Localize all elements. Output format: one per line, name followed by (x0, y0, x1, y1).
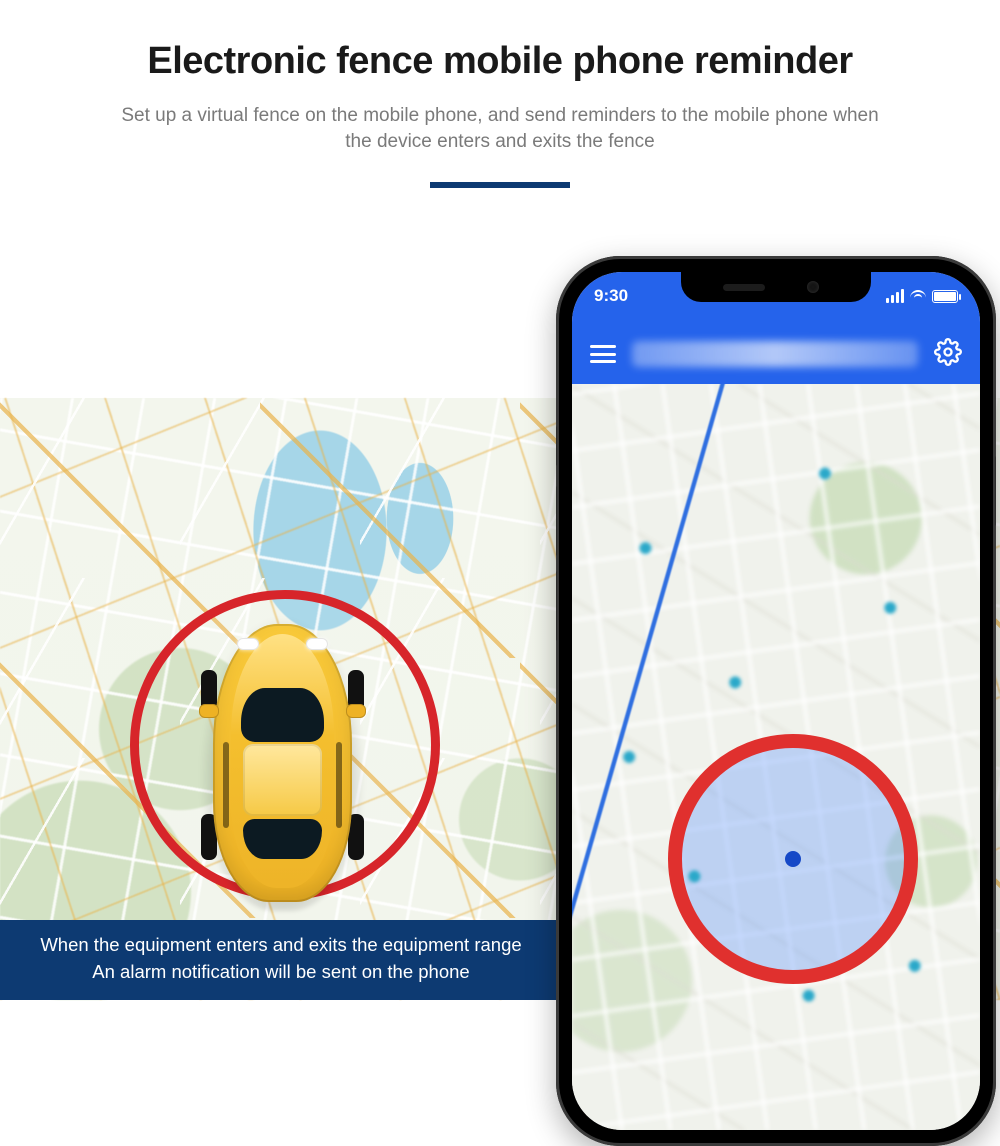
gear-icon (934, 338, 962, 366)
menu-icon[interactable] (590, 345, 616, 363)
settings-button[interactable] (934, 338, 962, 371)
phone-mockup: 9:30 (556, 256, 996, 1146)
phone-notch (681, 272, 871, 302)
caption-line-2: An alarm notification will be sent on th… (20, 959, 542, 986)
page-title: Electronic fence mobile phone reminder (0, 40, 1000, 83)
page-subtitle: Set up a virtual fence on the mobile pho… (120, 103, 880, 154)
title-divider (430, 182, 570, 188)
route-line (572, 384, 736, 1130)
status-time: 9:30 (594, 286, 628, 306)
signal-icon (886, 289, 904, 303)
wifi-icon (910, 290, 926, 302)
car-icon (205, 618, 360, 908)
battery-icon (932, 290, 958, 303)
app-title-blurred (632, 341, 918, 367)
app-bar (572, 324, 980, 384)
caption-banner: When the equipment enters and exits the … (0, 920, 562, 1000)
geofence-zone (668, 734, 918, 984)
caption-line-1: When the equipment enters and exits the … (20, 932, 542, 959)
phone-map[interactable] (572, 384, 980, 1130)
